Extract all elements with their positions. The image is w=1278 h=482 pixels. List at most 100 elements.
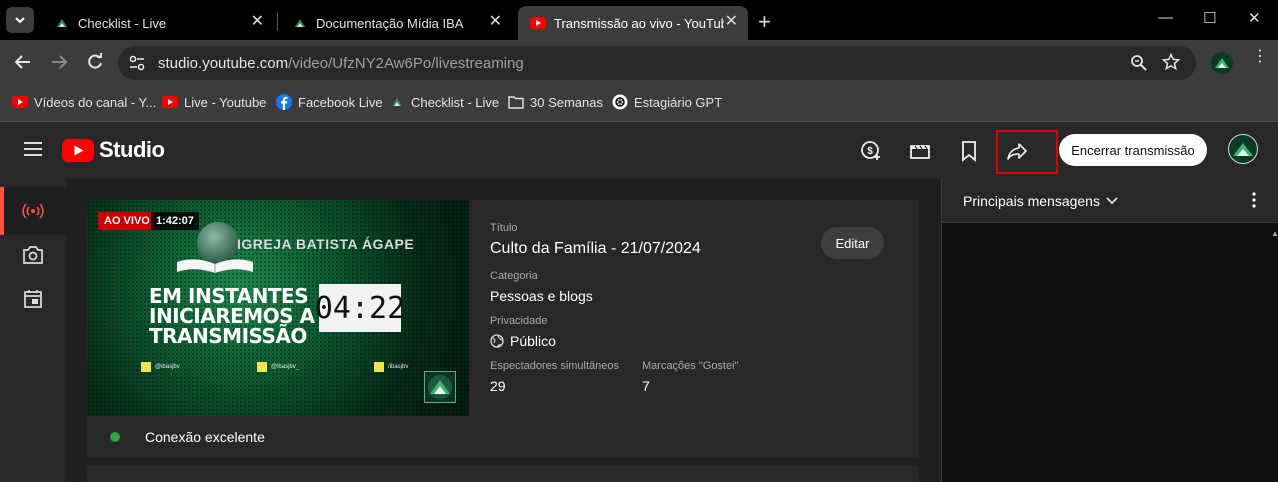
concurrent-viewers: 29 xyxy=(490,378,506,394)
bookmark-estagiario-gpt[interactable]: Estagiário GPT xyxy=(612,92,722,112)
stream-preview[interactable]: AO VIVO 1:42:07 IGREJA BATISTA ÁGAPE EM … xyxy=(87,200,469,416)
minimize-icon[interactable]: — xyxy=(1158,9,1173,26)
likes-count: 7 xyxy=(642,378,650,394)
bookmark-label: Live - Youtube xyxy=(184,94,267,110)
site-settings-icon[interactable] xyxy=(128,54,146,77)
maximize-icon[interactable]: ☐ xyxy=(1203,9,1216,27)
close-icon[interactable]: ✕ xyxy=(725,14,738,30)
chevron-down-icon xyxy=(1106,197,1118,205)
chat-panel: Principais mensagens ▲ xyxy=(941,179,1278,482)
social-twitter: @ibasjbv xyxy=(141,362,180,372)
category-label: Categoria xyxy=(490,270,538,282)
twitter-icon xyxy=(141,362,151,372)
reload-icon[interactable] xyxy=(86,53,104,76)
youtube-icon xyxy=(530,15,546,31)
browser-tab-strip: Checklist - Live ✕ Documentação Mídia IB… xyxy=(0,0,1278,40)
end-stream-button[interactable]: Encerrar transmissão xyxy=(1059,134,1207,166)
tab-title: Documentação Mídia IBA xyxy=(316,15,464,31)
studio-logo[interactable]: Studio xyxy=(62,137,165,163)
url-domain: studio.youtube.com xyxy=(158,55,289,72)
rail-item-stream[interactable] xyxy=(0,187,66,235)
facebook-icon xyxy=(374,362,384,372)
stream-duration: 1:42:07 xyxy=(151,212,199,230)
back-icon[interactable] xyxy=(14,53,32,76)
address-bar[interactable]: studio.youtube.com/video/UfzNY2Aw6Po/liv… xyxy=(118,46,1196,80)
monetization-icon[interactable]: $ xyxy=(859,139,883,163)
profile-icon[interactable] xyxy=(1211,52,1233,79)
analytics-card xyxy=(87,466,919,482)
bookmark-icon[interactable] xyxy=(957,139,981,163)
bookmark-star-icon[interactable] xyxy=(1161,52,1181,76)
stream-category: Pessoas e blogs xyxy=(490,288,593,304)
new-tab-button[interactable]: + xyxy=(758,9,771,35)
left-rail xyxy=(0,179,66,482)
chevron-down-icon xyxy=(15,17,25,24)
menu-icon[interactable] xyxy=(24,142,42,156)
globe-icon xyxy=(490,334,504,348)
stream-title: Culto da Família - 21/07/2024 xyxy=(490,240,701,257)
bookmark-30-semanas[interactable]: 30 Semanas xyxy=(508,92,603,112)
rail-item-schedule[interactable] xyxy=(0,275,66,323)
slogan-line: EM INSTANTES xyxy=(149,284,309,308)
edit-button[interactable]: Editar xyxy=(821,227,884,259)
bookmark-label: 30 Semanas xyxy=(530,94,603,110)
browser-toolbar: studio.youtube.com/video/UfzNY2Aw6Po/liv… xyxy=(0,40,1278,86)
likes-label: Marcações "Gostei" xyxy=(642,360,739,372)
chat-filter-dropdown[interactable]: Principais mensagens xyxy=(963,193,1118,209)
rail-item-camera[interactable] xyxy=(0,231,66,279)
browser-tab-youtube-active[interactable]: Transmissão ao vivo - YouTube ✕ xyxy=(518,6,748,40)
close-window-icon[interactable]: ✕ xyxy=(1248,9,1261,27)
share-highlight-box xyxy=(996,130,1058,174)
svg-text:$: $ xyxy=(867,146,873,157)
connection-status: Conexão excelente xyxy=(87,416,919,458)
tab-title: Transmissão ao vivo - YouTube xyxy=(554,15,724,31)
scroll-up-arrow-icon[interactable]: ▲ xyxy=(1271,229,1278,238)
social-handle: @ibasjbv_ xyxy=(271,364,300,370)
stream-privacy: Público xyxy=(490,333,556,349)
url-text: studio.youtube.com/video/UfzNY2Aw6Po/liv… xyxy=(158,55,524,72)
close-icon[interactable]: ✕ xyxy=(251,14,264,30)
zoom-icon[interactable] xyxy=(1130,54,1148,77)
browser-tab-documentacao[interactable]: Documentação Mídia IBA ✕ xyxy=(280,6,512,40)
browser-tab-checklist[interactable]: Checklist - Live ✕ xyxy=(42,6,274,40)
slogan-line: INICIAREMOS A xyxy=(149,304,315,328)
clapperboard-icon[interactable] xyxy=(908,139,932,163)
tab-title: Checklist - Live xyxy=(78,15,167,31)
social-instagram: @ibasjbv_ xyxy=(257,362,299,372)
bookmark-facebook-live[interactable]: Facebook Live xyxy=(276,92,383,112)
connection-text: Conexão excelente xyxy=(145,429,265,445)
url-path: /video/UfzNY2Aw6Po/livestreaming xyxy=(288,55,524,72)
forward-icon[interactable] xyxy=(50,53,68,76)
bookmark-label: Estagiário GPT xyxy=(634,94,723,110)
title-label: Título xyxy=(490,222,518,234)
church-logo-icon xyxy=(424,371,456,403)
leaf-icon xyxy=(389,94,405,110)
folder-icon xyxy=(508,94,524,110)
countdown-timer: 04:22 xyxy=(315,284,405,332)
youtube-icon xyxy=(162,94,178,110)
bookmark-checklist[interactable]: Checklist - Live xyxy=(389,92,499,112)
studio-header: Studio $ Encerrar transmissão xyxy=(0,122,1278,179)
tab-search-button[interactable] xyxy=(6,7,34,33)
calendar-icon xyxy=(24,290,42,308)
stream-metadata: Título Culto da Família - 21/07/2024 Edi… xyxy=(490,200,910,416)
privacy-label: Privacidade xyxy=(490,315,548,327)
instagram-icon xyxy=(257,362,267,372)
stream-details-card: AO VIVO 1:42:07 IGREJA BATISTA ÁGAPE EM … xyxy=(87,200,919,458)
close-icon[interactable]: ✕ xyxy=(489,14,502,30)
more-options-icon[interactable] xyxy=(1248,191,1260,214)
thumbnail-slogan: EM INSTANTES INICIAREMOS A TRANSMISSÃO xyxy=(149,286,315,346)
browser-menu-icon[interactable]: ⋮ xyxy=(1252,49,1268,65)
privacy-value: Público xyxy=(510,333,556,349)
youtube-icon xyxy=(12,94,28,110)
tab-separator xyxy=(277,13,278,31)
bookmark-live-youtube[interactable]: Live - Youtube xyxy=(162,92,266,112)
bookmark-label: Vídeos do canal - Y... xyxy=(34,94,157,110)
chat-title: Principais mensagens xyxy=(963,193,1100,209)
slogan-line: TRANSMISSÃO xyxy=(149,324,307,348)
facebook-icon xyxy=(276,94,292,110)
bookmark-label: Checklist - Live xyxy=(411,94,500,110)
avatar[interactable] xyxy=(1228,134,1258,164)
camera-icon xyxy=(23,246,43,264)
bookmark-videos-canal[interactable]: Vídeos do canal - Y... xyxy=(12,92,156,112)
